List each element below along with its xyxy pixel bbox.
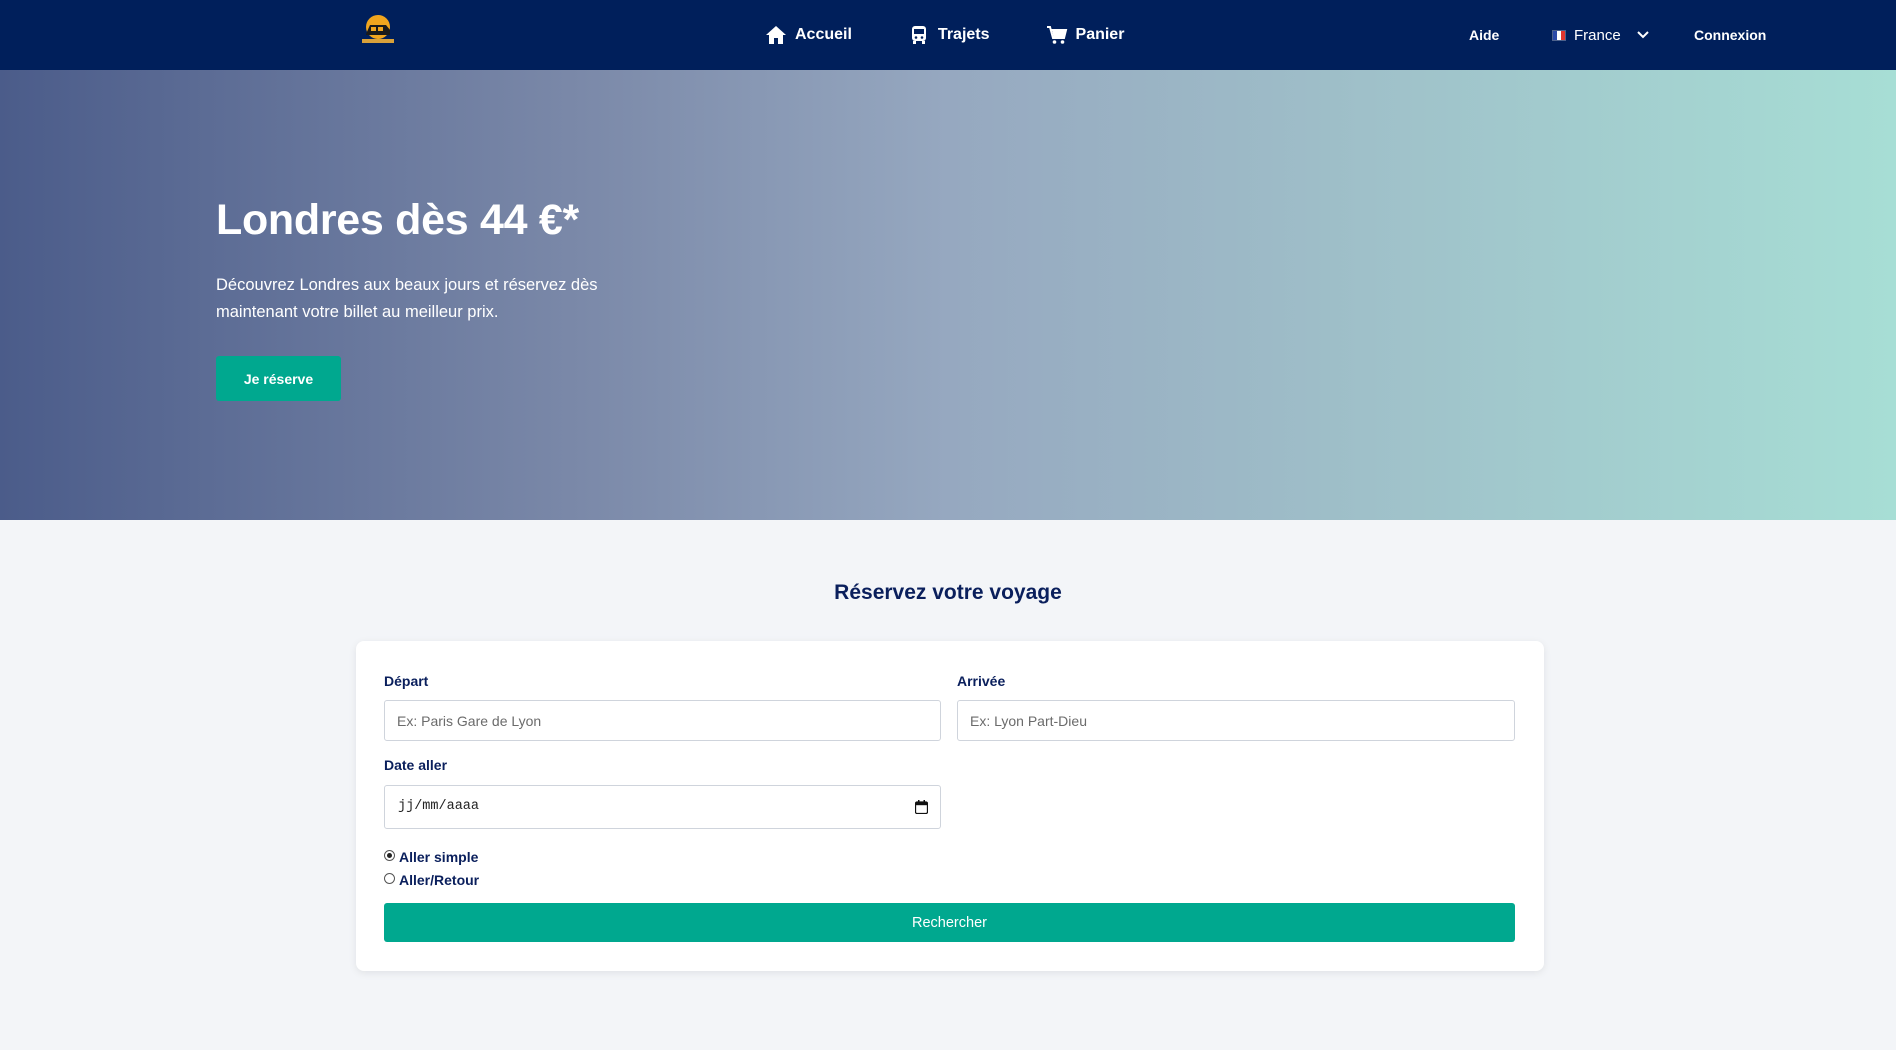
chevron-down-icon [1636,31,1649,39]
calendar-icon[interactable] [915,800,928,814]
hero-banner: Londres dès 44 €* Découvrez Londres aux … [0,70,1896,520]
reserve-button[interactable]: Je réserve [216,356,341,401]
hero-description: Découvrez Londres aux beaux jours et rés… [216,276,598,321]
booking-title: Réservez votre voyage [834,581,1062,604]
radio-button-selected[interactable] [384,850,395,861]
language-label: France [1574,26,1621,44]
date-label: Date aller [384,757,448,773]
departure-input[interactable] [384,700,941,741]
help-link[interactable]: Aide [1469,0,1499,70]
nav-item-label: Panier [1075,26,1125,43]
search-button[interactable]: Rechercher [384,903,1515,942]
booking-form: Départ Arrivée Date aller jj/mm/aaaa All… [356,641,1544,971]
date-input[interactable]: jj/mm/aaaa [384,785,941,829]
arrival-label: Arrivée [957,673,1006,689]
login-link[interactable]: Connexion [1694,0,1766,70]
train-logo-icon[interactable] [356,13,400,47]
top-navbar: Accueil Trajets Panier Aide France Conne… [0,0,1896,70]
bus-icon [911,26,926,44]
departure-label: Départ [384,673,429,689]
hero-title: Londres dès 44 €* [216,196,579,244]
nav-item-accueil[interactable]: Accueil [765,25,852,45]
main-nav: Accueil Trajets Panier [765,0,1124,70]
nav-item-panier[interactable]: Panier [1046,25,1125,45]
date-value: jj/mm/aaaa [398,799,480,814]
nav-item-trajets[interactable]: Trajets [908,25,990,45]
nav-item-label: Accueil [795,26,852,43]
trip-type-one-way[interactable]: Aller simple [384,849,478,865]
radio-button[interactable] [384,873,395,884]
nav-item-label: Trajets [937,26,990,43]
france-flag-icon [1552,29,1566,41]
radio-label: Aller simple [399,849,479,865]
home-icon [766,26,786,44]
trip-type-round-trip[interactable]: Aller/Retour [384,872,479,888]
cart-icon [1046,26,1067,44]
radio-label: Aller/Retour [399,872,480,888]
language-select[interactable]: France [1552,0,1649,70]
arrival-input[interactable] [957,700,1515,741]
